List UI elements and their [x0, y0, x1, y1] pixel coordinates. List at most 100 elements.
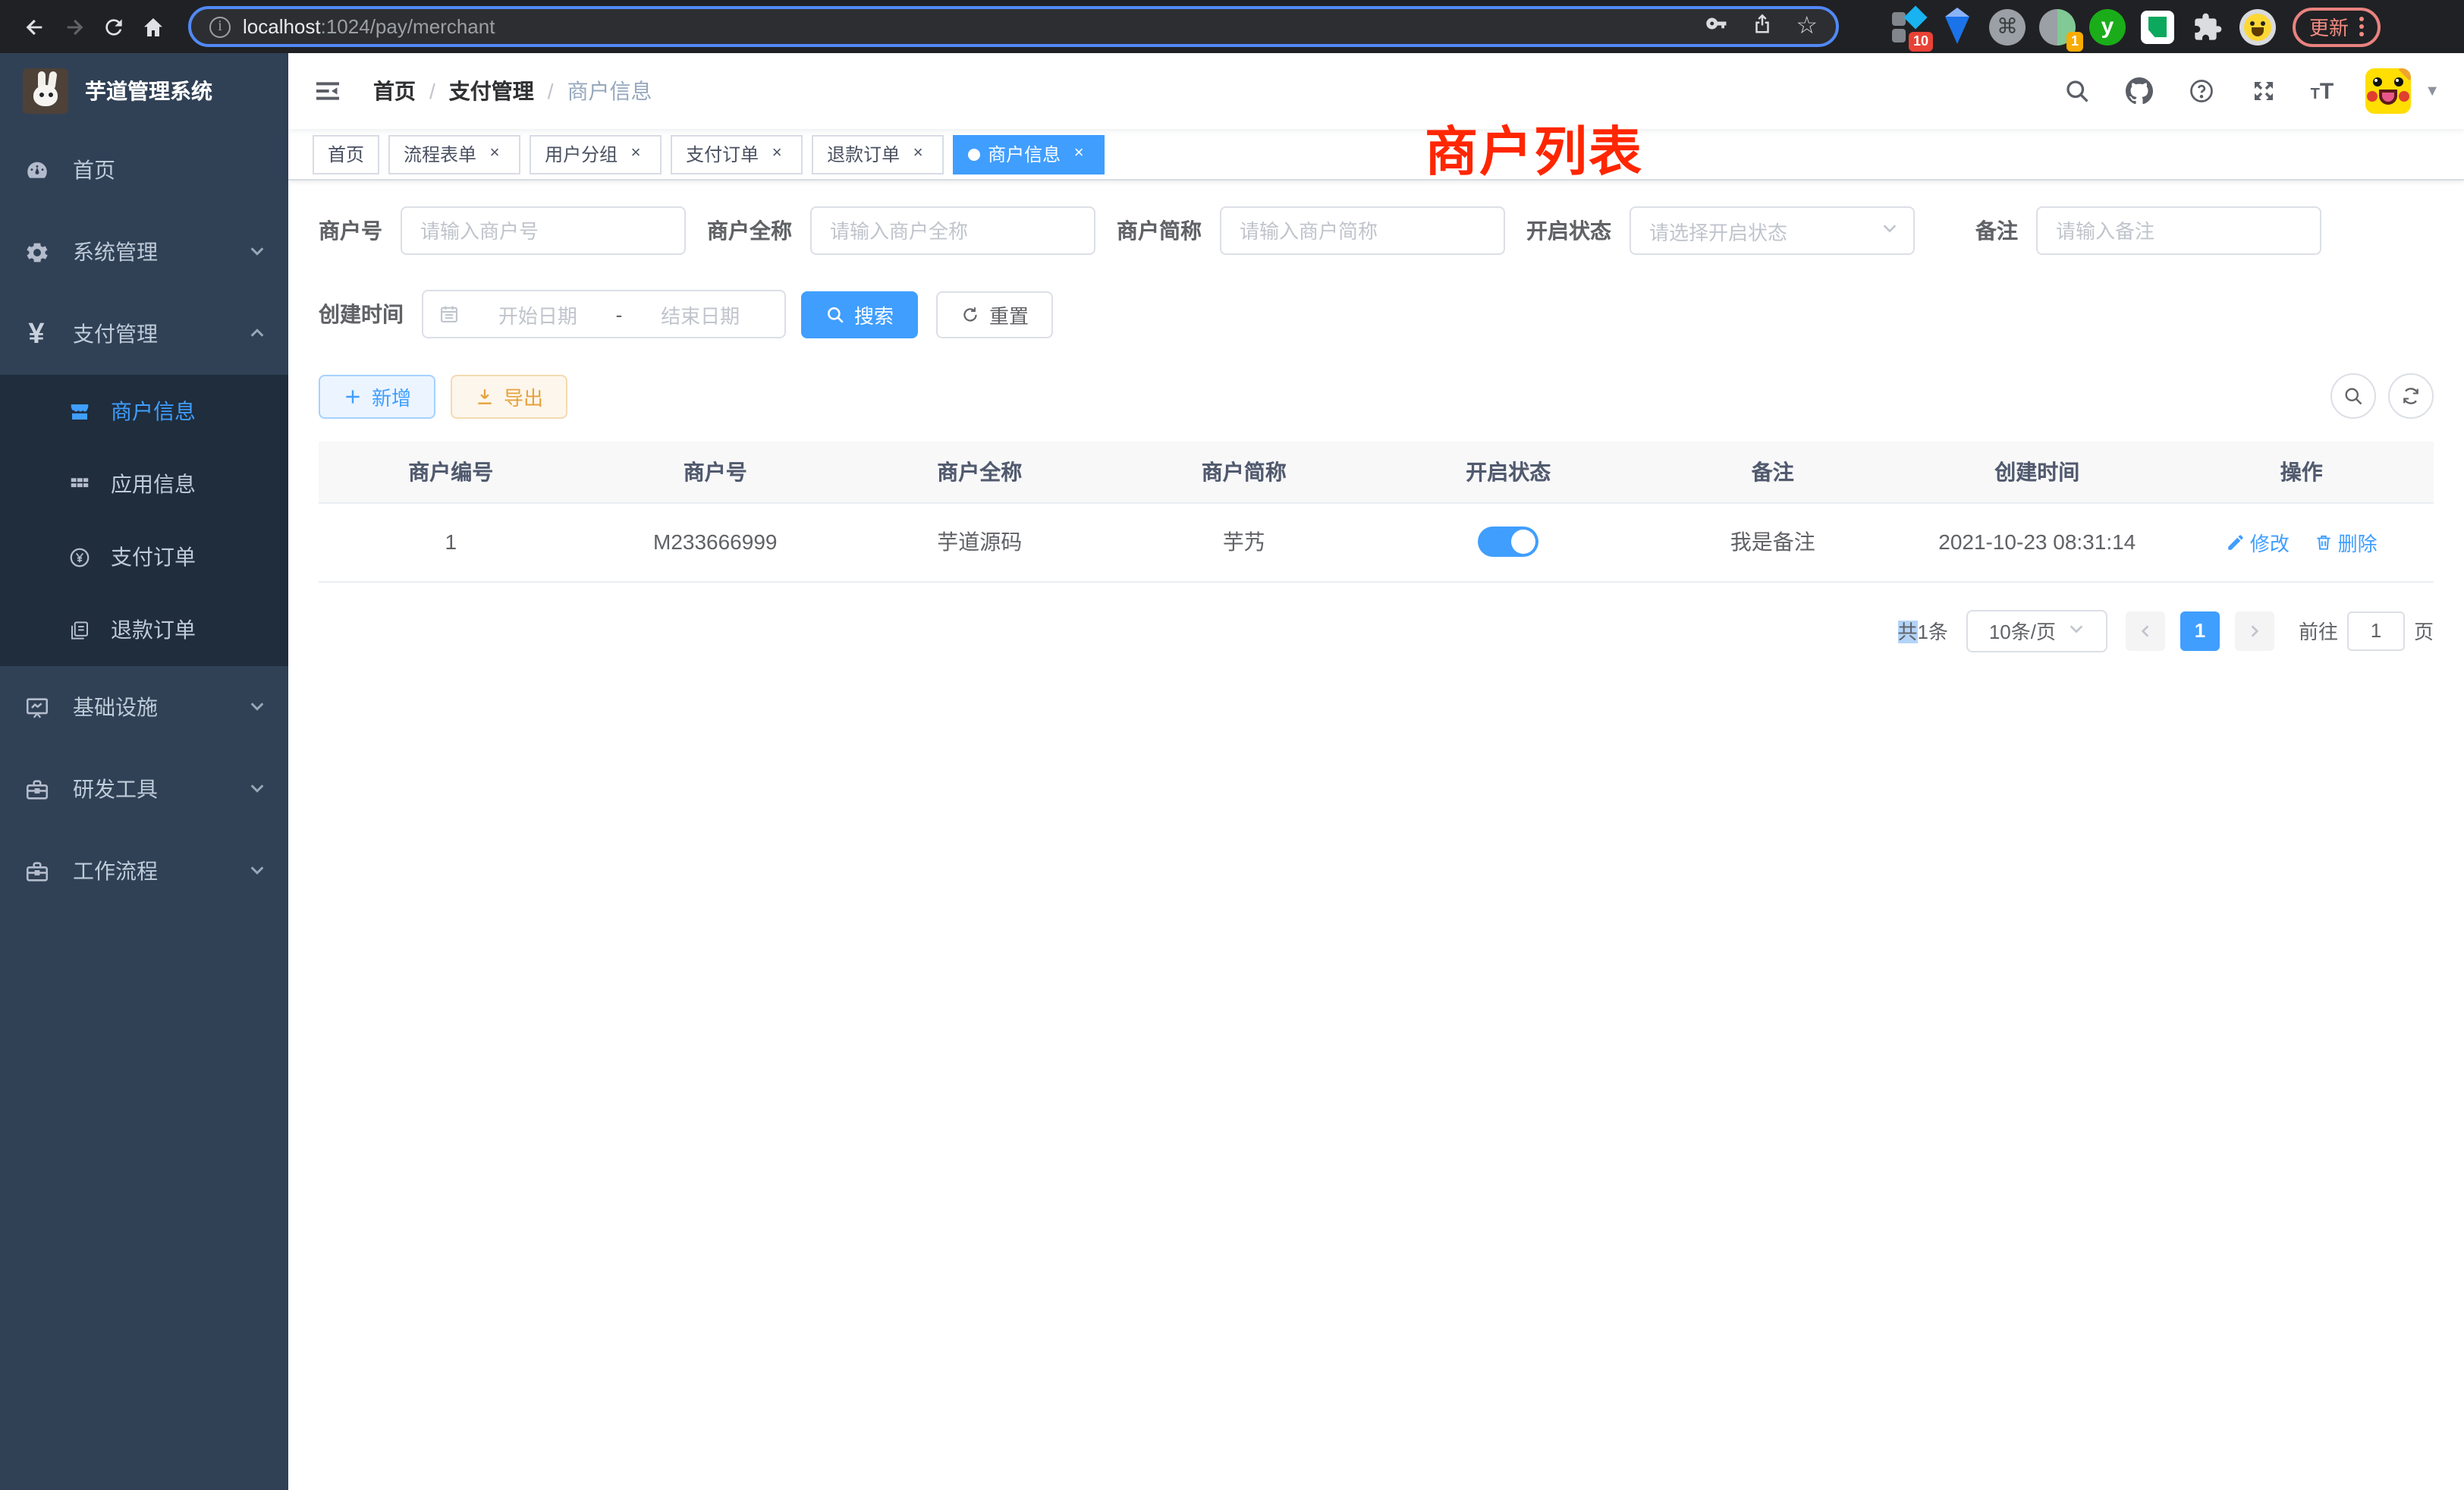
page-content: 商户号 商户全称 商户简称 开启状态 请选择开启状态	[288, 181, 2464, 1490]
prev-page-button[interactable]	[2126, 611, 2165, 650]
tab-user-group[interactable]: 用户分组×	[530, 134, 662, 174]
tab-process-form[interactable]: 流程表单×	[388, 134, 520, 174]
sidebar-item-pay-order[interactable]: 支付订单	[0, 520, 288, 593]
cell-merchant-short: 芋艿	[1112, 502, 1377, 581]
search-icon[interactable]	[2062, 76, 2092, 106]
page: i localhost:1024/pay/merchant ☆ 10 ⌘ 1 y	[0, 0, 2464, 1490]
sidebar-item-infrastructure[interactable]: 基础设施	[0, 666, 288, 748]
breadcrumb: 首页 / 支付管理 / 商户信息	[373, 76, 652, 106]
page-size-select[interactable]: 10条/页	[1966, 609, 2107, 652]
profile-avatar[interactable]	[2238, 7, 2277, 46]
breadcrumb-pay[interactable]: 支付管理	[449, 76, 534, 106]
col-status: 开启状态	[1376, 442, 1641, 502]
export-button[interactable]: 导出	[451, 374, 567, 418]
chevron-down-icon	[249, 240, 266, 264]
chrome-update-button[interactable]: 更新	[2293, 7, 2381, 46]
app-logo[interactable]: 芋道管理系统	[0, 53, 288, 129]
table-toolbar: 新增 导出	[319, 373, 2434, 419]
sidebar-item-system[interactable]: 系统管理	[0, 211, 288, 293]
app-title: 芋道管理系统	[85, 76, 212, 106]
dashboard-icon	[23, 156, 50, 184]
sidebar-item-workflow[interactable]: 工作流程	[0, 830, 288, 912]
address-bar[interactable]: i localhost:1024/pay/merchant ☆	[188, 6, 1839, 47]
gem-extension-icon[interactable]	[1938, 7, 1977, 46]
bookmark-star-icon[interactable]: ☆	[1796, 14, 1818, 39]
chevron-down-icon	[249, 695, 266, 719]
tab-refund-order[interactable]: 退款订单×	[812, 134, 944, 174]
sidebar-item-home[interactable]: 首页	[0, 129, 288, 211]
close-icon[interactable]: ×	[907, 143, 929, 165]
sidebar-item-dev-tools[interactable]: 研发工具	[0, 748, 288, 830]
refresh-table-button[interactable]	[2388, 373, 2434, 419]
help-icon[interactable]	[2186, 76, 2217, 106]
cell-merchant-name: 芋道源码	[847, 502, 1112, 581]
tab-pay-order[interactable]: 支付订单×	[671, 134, 803, 174]
remark-input[interactable]	[2036, 206, 2321, 255]
sidebar-item-app-info[interactable]: 应用信息	[0, 448, 288, 520]
create-time-range-picker[interactable]: 开始日期 - 结束日期	[422, 290, 786, 338]
breadcrumb-current: 商户信息	[567, 76, 652, 106]
tab-merchant-info[interactable]: 商户信息×	[953, 134, 1105, 174]
close-icon[interactable]: ×	[766, 143, 787, 165]
forward-icon[interactable]	[55, 7, 94, 46]
sidebar-item-pay[interactable]: ¥ 支付管理	[0, 293, 288, 375]
tab-home[interactable]: 首页	[313, 134, 379, 174]
notes-extension-icon[interactable]	[2138, 7, 2177, 46]
y-extension-icon[interactable]: y	[2088, 7, 2127, 46]
sidebar-item-label: 支付订单	[111, 542, 196, 572]
github-icon[interactable]	[2124, 76, 2154, 106]
end-date-placeholder[interactable]: 结束日期	[631, 300, 769, 328]
search-button[interactable]: 搜索	[801, 291, 918, 338]
close-icon[interactable]: ×	[625, 143, 646, 165]
home-icon[interactable]	[134, 7, 173, 46]
sidebar-item-refund-order[interactable]: 退款订单	[0, 593, 288, 666]
tasks-extension-icon[interactable]: 10	[1887, 7, 1927, 46]
extensions-puzzle-icon[interactable]	[2188, 7, 2227, 46]
merchant-no-input[interactable]	[401, 206, 686, 255]
col-merchant-id: 商户编号	[319, 442, 583, 502]
close-icon[interactable]: ×	[1068, 143, 1089, 165]
tasks-badge: 10	[1909, 31, 1933, 51]
sidebar-item-label: 退款订单	[111, 615, 196, 645]
edit-link[interactable]: 修改	[2226, 527, 2290, 556]
start-date-placeholder[interactable]: 开始日期	[469, 300, 607, 328]
status-select[interactable]: 请选择开启状态	[1630, 206, 1915, 255]
yen-circle-icon	[67, 545, 91, 569]
command-extension-icon[interactable]: ⌘	[1988, 7, 2027, 46]
font-size-icon[interactable]: TT	[2311, 78, 2334, 104]
next-page-button[interactable]	[2235, 611, 2274, 650]
goto-page-input[interactable]	[2347, 611, 2405, 650]
user-avatar[interactable]	[2365, 68, 2411, 114]
merchant-status-toggle[interactable]	[1478, 527, 1538, 557]
breadcrumb-home[interactable]: 首页	[373, 76, 416, 106]
avatar-caret-icon[interactable]: ▼	[2425, 83, 2440, 99]
sidebar-collapse-icon[interactable]	[313, 74, 346, 108]
back-icon[interactable]	[15, 7, 55, 46]
merchant-no-label: 商户号	[319, 215, 401, 246]
reload-icon[interactable]	[94, 7, 134, 46]
page-number-1[interactable]: 1	[2180, 611, 2220, 650]
show-search-toggle-button[interactable]	[2330, 373, 2376, 419]
url-text: localhost:1024/pay/merchant	[243, 15, 495, 38]
cell-merchant-no: M233666999	[583, 502, 848, 581]
timer-extension-icon[interactable]: 1	[2038, 7, 2077, 46]
shop-icon	[67, 399, 91, 423]
chevron-down-icon	[249, 777, 266, 801]
share-icon[interactable]	[1750, 11, 1773, 42]
browser-menu-icon[interactable]	[2359, 17, 2364, 36]
close-icon[interactable]: ×	[484, 143, 505, 165]
site-info-icon[interactable]: i	[209, 16, 231, 37]
sidebar-item-label: 商户信息	[111, 396, 196, 426]
merchant-short-label: 商户简称	[1117, 215, 1220, 246]
pagination-total: 共1条	[1897, 616, 1948, 645]
delete-link[interactable]: 删除	[2314, 527, 2378, 556]
sidebar-item-label: 研发工具	[73, 774, 158, 804]
password-key-icon[interactable]	[1705, 11, 1727, 42]
reset-button[interactable]: 重置	[936, 291, 1053, 338]
app-window: 芋道管理系统 首页 系统管理	[0, 53, 2464, 1490]
fullscreen-icon[interactable]	[2249, 76, 2279, 106]
add-button[interactable]: 新增	[319, 374, 435, 418]
merchant-name-input[interactable]	[810, 206, 1095, 255]
sidebar-item-merchant-info[interactable]: 商户信息	[0, 375, 288, 448]
merchant-short-input[interactable]	[1220, 206, 1505, 255]
